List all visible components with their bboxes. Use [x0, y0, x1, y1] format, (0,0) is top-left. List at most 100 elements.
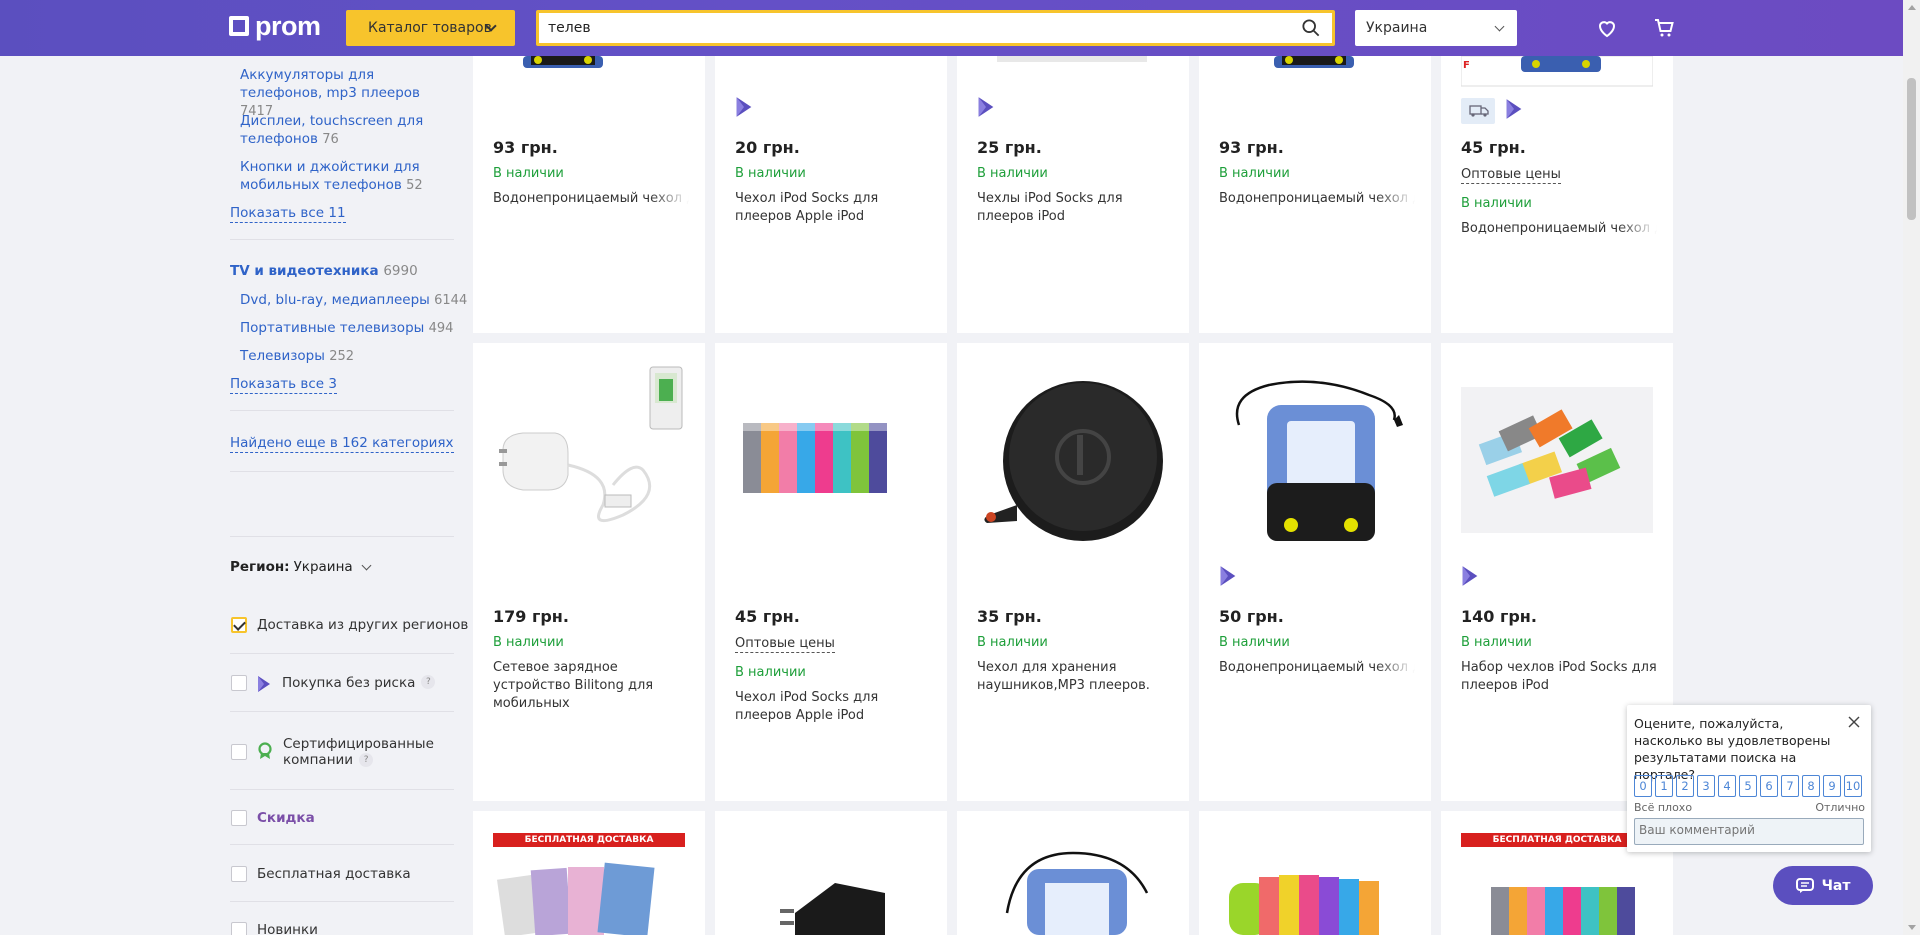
filter-free-delivery[interactable]: Бесплатная доставка — [231, 866, 411, 882]
product-image[interactable] — [493, 56, 685, 70]
product-image[interactable] — [1219, 833, 1411, 935]
stock-status: В наличии — [735, 166, 806, 181]
divider — [230, 653, 454, 654]
product-image[interactable] — [977, 56, 1169, 64]
wholesale-prices-link[interactable]: Оптовые цены — [1461, 166, 1561, 184]
product-card[interactable] — [957, 811, 1189, 935]
filter-delivery-other[interactable]: Доставка из других регионов — [231, 617, 468, 633]
product-card[interactable]: 50 грн. В наличии Водонепроницаемый чехо… — [1199, 343, 1431, 801]
scroll-up-icon[interactable] — [1908, 5, 1916, 10]
filter-certified[interactable]: Сертифицированные компании? — [231, 736, 434, 768]
product-title[interactable]: Водонепроницаемый чехол для телефона пле… — [493, 190, 689, 208]
product-image[interactable] — [1461, 387, 1653, 533]
filter-no-risk[interactable]: Покупка без риска ? — [231, 675, 436, 693]
product-title[interactable]: Водонепроницаемый чехол для телефона пле… — [1461, 220, 1657, 238]
sidebar-subcat-buttons[interactable]: Кнопки и джойстики для мобильных телефон… — [240, 158, 440, 195]
promo-banner: БЕСПЛАТНАЯ ДОСТАВКА УКРПОЧТОЙ — [1461, 833, 1653, 859]
sidebar-category-tv[interactable]: TV и видеотехника 6990 — [230, 263, 418, 279]
rating-option[interactable]: 7 — [1781, 775, 1799, 797]
product-card[interactable]: 93 грн. В наличии Водонепроницаемый чехо… — [1199, 56, 1431, 333]
region-select[interactable]: Украина — [1355, 10, 1517, 46]
product-image[interactable] — [977, 833, 1169, 935]
product-card[interactable] — [715, 811, 947, 935]
scroll-down-icon[interactable] — [1908, 925, 1916, 930]
filter-discount[interactable]: Скидка — [231, 810, 315, 826]
wholesale-prices-link[interactable]: Оптовые цены — [735, 635, 835, 653]
product-title[interactable]: Чехол iPod Socks для плееров Apple iPod — [735, 190, 931, 226]
product-image[interactable] — [1219, 365, 1411, 557]
product-image[interactable] — [1219, 56, 1411, 70]
rating-high-label: Отлично — [1815, 801, 1865, 814]
product-title[interactable]: Набор чехлов iPod Socks для плееров iPod — [1461, 659, 1657, 695]
search-box — [536, 10, 1335, 46]
product-image[interactable] — [493, 365, 685, 557]
checkbox[interactable] — [231, 810, 247, 826]
checkbox[interactable] — [231, 866, 247, 882]
product-title[interactable]: Чехол для хранения наушников,MP3 плееров… — [977, 659, 1173, 695]
product-image[interactable]: БЕСПЛАТНАЯ ДОСТАВКА УКРПОЧТОЙ — [493, 833, 685, 935]
search-icon[interactable] — [1302, 19, 1320, 37]
product-card[interactable]: 93 грн. В наличии Водонепроницаемый чехо… — [473, 56, 705, 333]
rating-option[interactable]: 3 — [1697, 775, 1715, 797]
cart-icon[interactable] — [1652, 16, 1676, 40]
sidebar-subcat-portable-tv[interactable]: Портативные телевизоры 494 — [240, 319, 453, 338]
comment-field[interactable] — [1634, 818, 1864, 845]
sidebar-subcat-tv[interactable]: Телевизоры 252 — [240, 347, 354, 366]
product-price: 35 грн. — [977, 607, 1042, 626]
product-card[interactable]: БЕСПЛАТНАЯ ДОСТАВКА УКРПОЧТОЙ — [473, 811, 705, 935]
rating-option[interactable]: 5 — [1739, 775, 1757, 797]
rating-option[interactable]: 10 — [1844, 775, 1862, 797]
safe-purchase-icon — [978, 97, 994, 117]
rating-option[interactable]: 2 — [1676, 775, 1694, 797]
product-title[interactable]: Сетевое зарядное устройство Bilitong для… — [493, 659, 689, 713]
checkbox[interactable] — [231, 744, 247, 760]
found-more-link[interactable]: Найдено еще в 162 категориях — [230, 434, 454, 453]
product-card[interactable]: 35 грн. В наличии Чехол для хранения нау… — [957, 343, 1189, 801]
product-image[interactable]: F — [1461, 56, 1653, 87]
product-image[interactable] — [977, 365, 1169, 557]
product-card[interactable]: 45 грн. Оптовые цены В наличии Чехол iPo… — [715, 343, 947, 801]
prom-logo[interactable]: prom — [229, 11, 321, 41]
help-icon[interactable]: ? — [421, 675, 436, 689]
product-card[interactable]: 20 грн. В наличии Чехол iPod Socks для п… — [715, 56, 947, 333]
checkbox[interactable] — [231, 922, 247, 935]
rating-option[interactable]: 6 — [1760, 775, 1778, 797]
checkbox[interactable] — [231, 617, 247, 633]
rating-option[interactable]: 8 — [1802, 775, 1820, 797]
product-image[interactable]: БЕСПЛАТНАЯ ДОСТАВКА УКРПОЧТОЙ — [1461, 833, 1653, 935]
page-scrollbar[interactable] — [1903, 0, 1920, 935]
show-all-link[interactable]: Показать все 11 — [230, 204, 346, 223]
product-title[interactable]: Чехол iPod Socks для плееров Apple iPod — [735, 689, 931, 725]
help-icon[interactable]: ? — [359, 753, 374, 767]
product-title[interactable]: Водонепроницаемый чехол для телефона пле… — [1219, 190, 1415, 208]
divider — [230, 536, 454, 537]
product-card[interactable]: 25 грн. В наличии Чехлы iPod Socks для п… — [957, 56, 1189, 333]
rating-option[interactable]: 0 — [1634, 775, 1652, 797]
product-card[interactable]: 179 грн. В наличии Сетевое зарядное устр… — [473, 343, 705, 801]
divider — [230, 901, 454, 902]
rating-option[interactable]: 4 — [1718, 775, 1736, 797]
product-title[interactable]: Чехлы iPod Socks для плееров iPod — [977, 190, 1173, 226]
product-card[interactable]: F 45 грн. Оптовые цены В наличии Водонеп… — [1441, 56, 1673, 333]
region-filter[interactable]: Регион: Украина — [230, 559, 372, 575]
checkbox[interactable] — [231, 675, 247, 691]
product-image[interactable] — [735, 833, 927, 935]
sidebar-subcat-displays[interactable]: Дисплеи, touchscreen для телефонов 76 — [240, 112, 440, 149]
close-icon[interactable] — [1847, 715, 1861, 729]
show-all-link[interactable]: Показать все 3 — [230, 375, 337, 394]
divider — [230, 410, 454, 411]
rating-option[interactable]: 1 — [1655, 775, 1673, 797]
scrollbar-thumb[interactable] — [1907, 78, 1916, 220]
filter-new[interactable]: Новинки — [231, 922, 318, 935]
product-title[interactable]: Водонепроницаемый чехол для телефона пле… — [1219, 659, 1415, 677]
product-card[interactable] — [1199, 811, 1431, 935]
chat-button[interactable]: Чат — [1773, 866, 1873, 905]
product-price: 45 грн. — [1461, 138, 1526, 157]
sidebar-subcat-dvd[interactable]: Dvd, blu-ray, медиаплееры 6144 — [240, 291, 467, 310]
rating-option[interactable]: 9 — [1823, 775, 1841, 797]
search-input[interactable] — [539, 13, 1279, 43]
logo-mark-icon — [229, 16, 249, 36]
catalog-button[interactable]: Каталог товаров — [346, 10, 515, 46]
product-image[interactable] — [735, 365, 927, 557]
heart-icon[interactable] — [1595, 16, 1619, 40]
